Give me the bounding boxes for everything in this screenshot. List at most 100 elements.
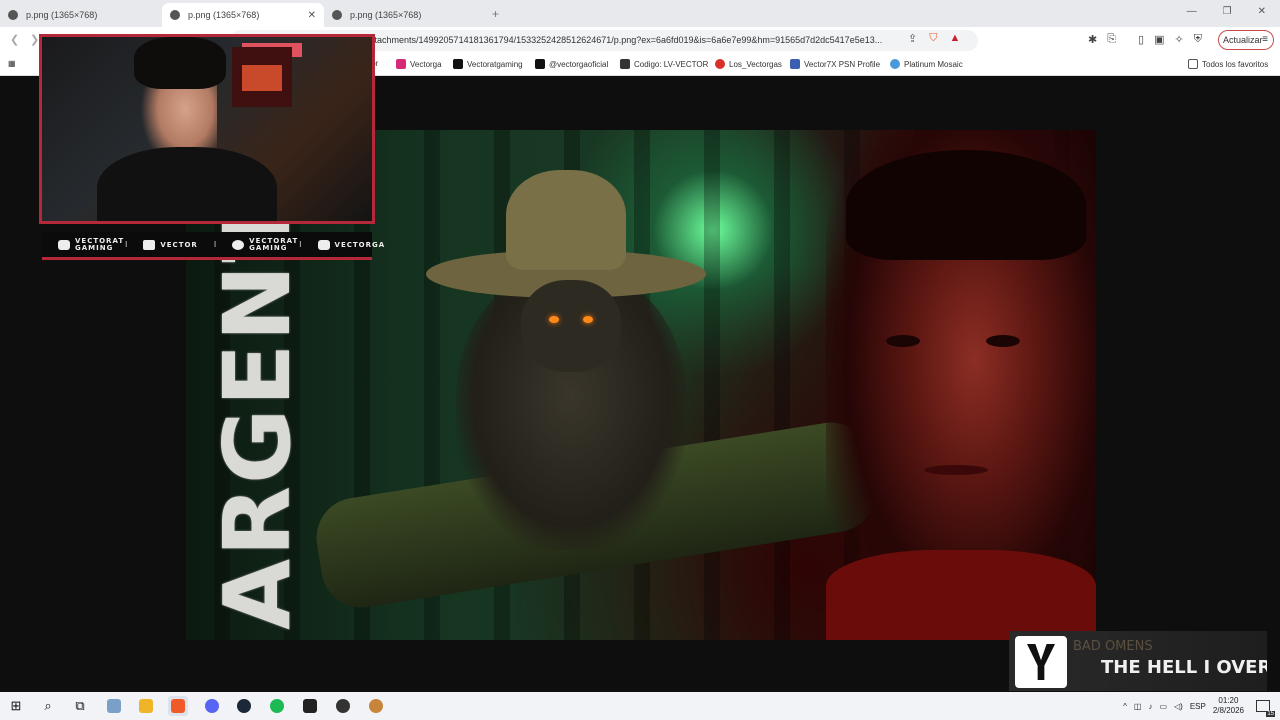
tab-favicon-icon [332, 10, 342, 20]
clock[interactable]: 01:20 2/8/2026 [1213, 696, 1244, 716]
creature-eye [583, 316, 593, 323]
all-favorites[interactable]: Todos los favoritos [1188, 59, 1268, 69]
tab-title: p.png (1365×768) [26, 10, 98, 20]
bookmark-item[interactable]: Platinum Mosaic [890, 59, 963, 69]
separator: I [213, 240, 217, 249]
bookmark-label: Platinum Mosaic [904, 59, 963, 69]
tab-bar: p.png (1365×768) p.png (1365×768) ✕ p.pn… [0, 0, 1280, 27]
close-tab-icon[interactable]: ✕ [308, 10, 316, 21]
obs-icon[interactable] [333, 696, 353, 716]
creature-eye [549, 316, 559, 323]
browser-tab-3[interactable]: p.png (1365×768) [324, 3, 486, 27]
separator: I [299, 240, 302, 249]
steam-icon[interactable] [234, 696, 254, 716]
update-button[interactable]: Actualizar ≡ [1218, 30, 1274, 50]
bookmark-label: Los_Vectorgas [729, 59, 782, 69]
share-icon[interactable]: ⇪ [908, 32, 917, 45]
social-label: VECTORAT GAMING [75, 236, 125, 252]
bookmark-item[interactable]: Los_Vectorgas [715, 59, 782, 69]
epic-games-icon[interactable] [300, 696, 320, 716]
url-icons: ⇪ ⛉ ▲ [908, 32, 960, 45]
browser-tab-1[interactable]: p.png (1365×768) [0, 3, 162, 27]
album-art-icon [1015, 636, 1067, 688]
arcade-screen [242, 65, 282, 91]
bookmark-label: Vectorga [410, 59, 442, 69]
bookmark-item[interactable]: @vectorgaoficial [535, 59, 608, 69]
tiktok-icon [535, 59, 545, 69]
tray-overflow-icon[interactable]: ^ [1123, 702, 1127, 711]
social-bar: VECTORAT GAMING I VECTOR I VECTORAT GAMI… [42, 232, 384, 260]
app-icon[interactable] [366, 696, 386, 716]
tab-favicon-icon [170, 10, 180, 20]
search-icon[interactable]: ⌕ [38, 696, 58, 716]
network-icon[interactable]: ▭ [1159, 702, 1167, 711]
bookmark-item[interactable]: Vectoratgaming [453, 59, 523, 69]
folder-icon [1188, 59, 1198, 69]
creature-face [521, 280, 621, 372]
notification-count: 15 [1266, 711, 1275, 717]
restore-icon[interactable]: ❐ [1223, 6, 1232, 17]
bookmark-item[interactable]: Vector7X PSN Profile [790, 59, 880, 69]
notifications-icon[interactable]: 15 [1256, 700, 1275, 717]
menu-icon: ≡ [1262, 34, 1268, 45]
twitter-icon [232, 239, 245, 250]
code-icon [620, 59, 630, 69]
file-explorer-icon[interactable] [136, 696, 156, 716]
leo-ai-icon[interactable]: ✧ [1175, 33, 1184, 46]
minimize-icon[interactable]: — [1187, 6, 1197, 17]
man-eye [986, 335, 1020, 347]
instagram-icon [317, 239, 330, 250]
bookmark-item[interactable]: Vectorga [396, 59, 442, 69]
tab-title: p.png (1365×768) [188, 10, 260, 20]
social-youtube: VECTORAT GAMING [58, 236, 125, 252]
extension-icons: ✱ ⎘ ▯ ▣ ✧ ⛨ [1088, 33, 1202, 46]
windows-start-icon[interactable]: ⊞ [6, 696, 26, 716]
twitch-icon [143, 239, 156, 250]
tray-app-icon[interactable]: ◫ [1134, 702, 1142, 711]
bookmark-label: Codigo: LV-VECTOR [634, 59, 709, 69]
man-eye [886, 335, 920, 347]
update-label: Actualizar [1223, 35, 1263, 45]
brave-browser-icon[interactable] [168, 696, 188, 716]
now-playing-artist: BAD OMENS [1073, 639, 1153, 654]
extensions-icon[interactable]: ✱ [1088, 33, 1097, 46]
man-mouth [924, 465, 988, 475]
language-indicator[interactable]: ESP [1190, 702, 1206, 711]
sidebar-icon[interactable]: ▯ [1138, 33, 1144, 46]
streamer-hair [134, 37, 226, 89]
brave-rewards-icon[interactable]: ▲ [949, 32, 960, 45]
new-tab-icon[interactable]: + [492, 7, 499, 27]
x-icon [453, 59, 463, 69]
discord-icon[interactable] [202, 696, 222, 716]
brave-shield-icon[interactable]: ⛉ [929, 32, 937, 45]
webcam-overlay [39, 34, 375, 224]
forward-icon[interactable]: ❯ [30, 33, 39, 46]
clock-date: 2/8/2026 [1212, 706, 1244, 715]
vpn-icon[interactable]: ⛨ [1194, 33, 1202, 46]
spotify-icon[interactable] [267, 696, 287, 716]
wallet-icon[interactable]: ▣ [1154, 33, 1164, 46]
back-icon[interactable]: ❮ [10, 33, 19, 46]
social-label: VECTOR [160, 240, 198, 249]
man-shirt [826, 550, 1096, 640]
taskbar: ⊞ ⌕ ⧉ ^ ◫ ♪ ▭ ◁) ESP 01:20 2/8/2026 15 [0, 692, 1280, 720]
instagram-icon [396, 59, 406, 69]
streamer-body [97, 147, 277, 221]
task-view-icon[interactable]: ⧉ [70, 696, 90, 716]
close-window-icon[interactable]: ✕ [1258, 6, 1266, 17]
bookmark-label: Vector7X PSN Profile [804, 59, 881, 69]
microphone-icon[interactable]: ♪ [1148, 702, 1152, 711]
apps-icon[interactable]: ▦ [8, 59, 16, 68]
tab-title: p.png (1365×768) [350, 10, 422, 20]
system-tray: ^ ◫ ♪ ▭ ◁) ESP 01:20 2/8/2026 15 [1123, 692, 1280, 720]
screenshot-icon[interactable]: ⎘ [1107, 33, 1116, 46]
social-twitch: VECTOR [143, 239, 198, 250]
social-twitter: VECTORAT GAMING [232, 237, 297, 252]
browser-tab-2[interactable]: p.png (1365×768) ✕ [162, 3, 324, 27]
notepad-icon[interactable] [104, 696, 124, 716]
tab-favicon-icon [8, 10, 18, 20]
social-label: VECTORGA [334, 240, 386, 249]
volume-icon[interactable]: ◁) [1174, 702, 1183, 711]
social-instagram: VECTORGA [317, 239, 386, 250]
bookmark-item[interactable]: Codigo: LV-VECTOR [620, 59, 708, 69]
